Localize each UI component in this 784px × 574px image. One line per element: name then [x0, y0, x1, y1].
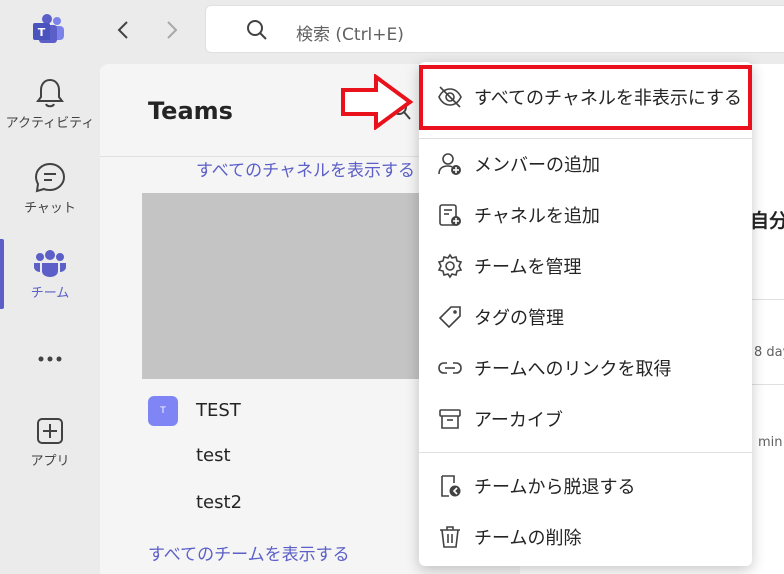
show-all-teams-link[interactable]: すべてのチームを表示する — [148, 540, 350, 565]
menu-item-label: チームの削除 — [474, 528, 582, 549]
channel-item[interactable]: test — [196, 445, 231, 466]
apps-icon — [37, 418, 63, 444]
rail-item-more[interactable] — [0, 344, 100, 414]
rail-item-label: アクティビティ — [5, 116, 95, 131]
chevron-left-icon — [117, 21, 128, 39]
menu-item-label: チームから脱退する — [474, 477, 636, 498]
svg-text:T: T — [38, 26, 46, 39]
timestamp: 8 day — [754, 345, 784, 360]
title-bar: T 検索 (Ctrl+E) — [0, 0, 784, 64]
rail-item-label: チャット — [24, 201, 76, 216]
teams-logo: T — [33, 14, 64, 43]
rail-item-chat[interactable]: チャット — [0, 161, 100, 231]
back-button[interactable] — [111, 18, 135, 42]
menu-item-delete-team[interactable]: チームの削除 — [419, 512, 752, 562]
menu-item-label: チームへのリンクを取得 — [474, 359, 672, 380]
chevron-right-icon — [167, 21, 178, 39]
team-context-menu: すべてのチャネルを非表示にする メンバーの追加 チャネルを追加 チームを管理 タ… — [419, 62, 752, 566]
trash-icon — [436, 523, 464, 551]
channel-add-icon — [436, 201, 464, 229]
menu-item-label: チームを管理 — [474, 257, 582, 278]
rail-item-activity[interactable]: アクティビティ — [0, 76, 100, 146]
divider — [750, 299, 784, 300]
search-box[interactable]: 検索 (Ctrl+E) — [205, 5, 784, 53]
timestamp: min — [758, 435, 783, 450]
menu-item-manage-team[interactable]: チームを管理 — [419, 241, 752, 291]
menu-separator — [419, 452, 752, 453]
team-name[interactable]: TEST — [196, 400, 241, 421]
leave-icon — [436, 472, 464, 500]
show-all-channels-link[interactable]: すべてのチャネルを表示する — [196, 156, 415, 181]
menu-item-label: アーカイブ — [474, 410, 563, 431]
app-bar: アクティビティ チャット チーム アプリ — [0, 64, 100, 574]
rail-item-label: チーム — [30, 286, 70, 301]
content-heading: 自分 — [750, 210, 784, 232]
search-icon — [247, 20, 267, 40]
channel-item[interactable]: test2 — [196, 492, 242, 513]
redacted-area — [142, 193, 422, 379]
teams-icon — [34, 250, 66, 277]
divider — [750, 384, 784, 385]
chat-icon — [34, 162, 66, 193]
more-icon — [38, 356, 62, 362]
forward-button[interactable] — [160, 18, 184, 42]
menu-item-label: メンバーの追加 — [474, 155, 600, 176]
menu-item-get-link[interactable]: チームへのリンクを取得 — [419, 343, 752, 393]
pointer-arrow-icon — [341, 74, 414, 130]
menu-item-label: チャネルを追加 — [474, 206, 600, 227]
person-add-icon — [436, 150, 464, 178]
bell-icon — [36, 78, 64, 108]
archive-icon — [436, 405, 464, 433]
search-placeholder: 検索 (Ctrl+E) — [296, 25, 404, 45]
highlight-box — [419, 65, 752, 130]
panel-title: Teams — [148, 97, 233, 125]
menu-item-label: タグの管理 — [474, 308, 564, 329]
gear-icon — [436, 252, 464, 280]
menu-item-add-member[interactable]: メンバーの追加 — [419, 139, 752, 189]
menu-item-add-channel[interactable]: チャネルを追加 — [419, 190, 752, 240]
menu-item-leave-team[interactable]: チームから脱退する — [419, 461, 752, 511]
team-avatar: T — [148, 396, 178, 426]
menu-item-archive[interactable]: アーカイブ — [419, 394, 752, 444]
menu-item-manage-tags[interactable]: タグの管理 — [419, 292, 752, 342]
tag-icon — [436, 303, 464, 331]
rail-item-apps[interactable]: アプリ — [0, 414, 100, 484]
link-icon — [436, 354, 464, 382]
rail-item-teams[interactable]: チーム — [0, 246, 100, 316]
rail-item-label: アプリ — [30, 454, 70, 469]
